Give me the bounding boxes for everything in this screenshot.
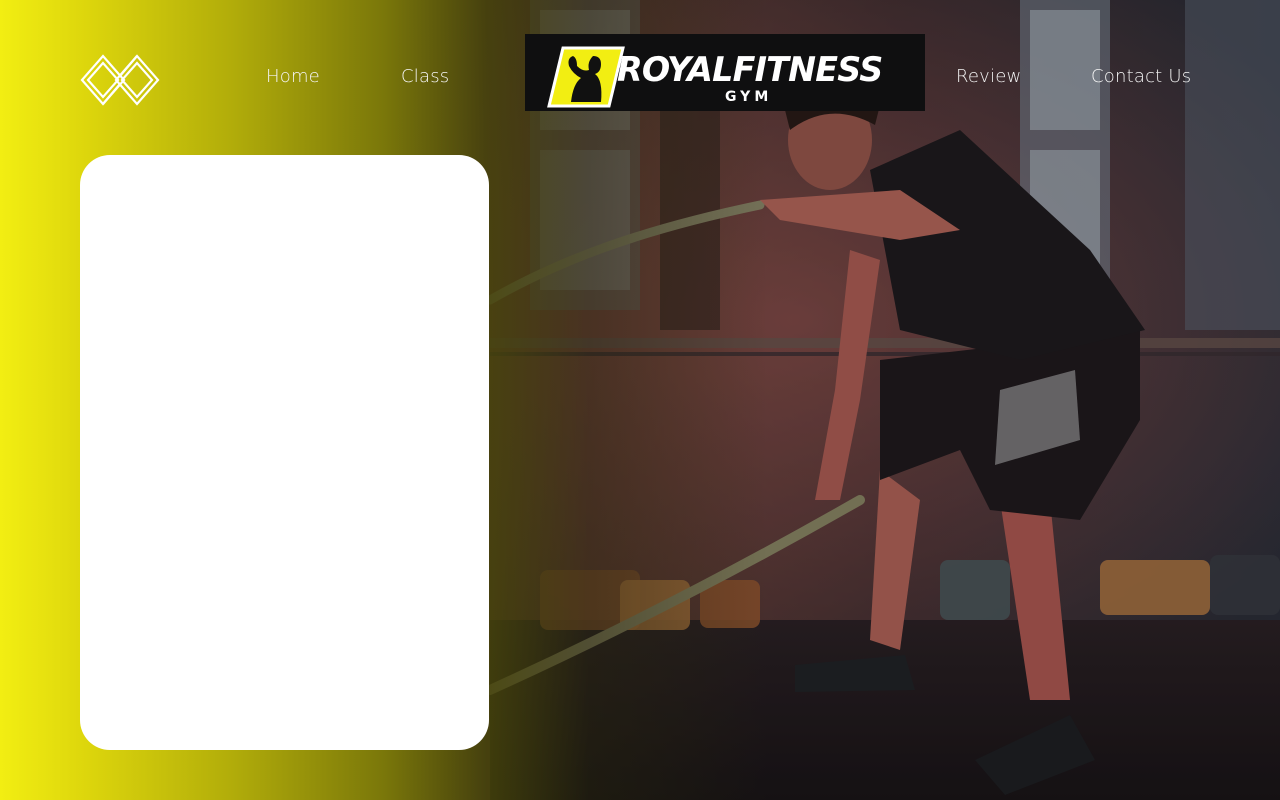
brand-name: ROYALFITNESS (617, 50, 883, 90)
nav-link-contact-us[interactable]: Contact Us (1091, 66, 1191, 87)
page: Home Class ROYALFITNESS GYM Review Conta… (0, 0, 1280, 800)
flexing-woman-emblem-icon (547, 46, 625, 108)
nav-link-home[interactable]: Home (266, 66, 320, 87)
interlocking-diamonds-logo-icon[interactable] (78, 50, 162, 112)
brand-logo[interactable]: ROYALFITNESS GYM (525, 34, 925, 111)
brand-subtitle: GYM (725, 89, 773, 105)
nav-link-review[interactable]: Review (956, 66, 1021, 87)
nav-link-class[interactable]: Class (401, 66, 449, 87)
content-card (80, 155, 489, 750)
